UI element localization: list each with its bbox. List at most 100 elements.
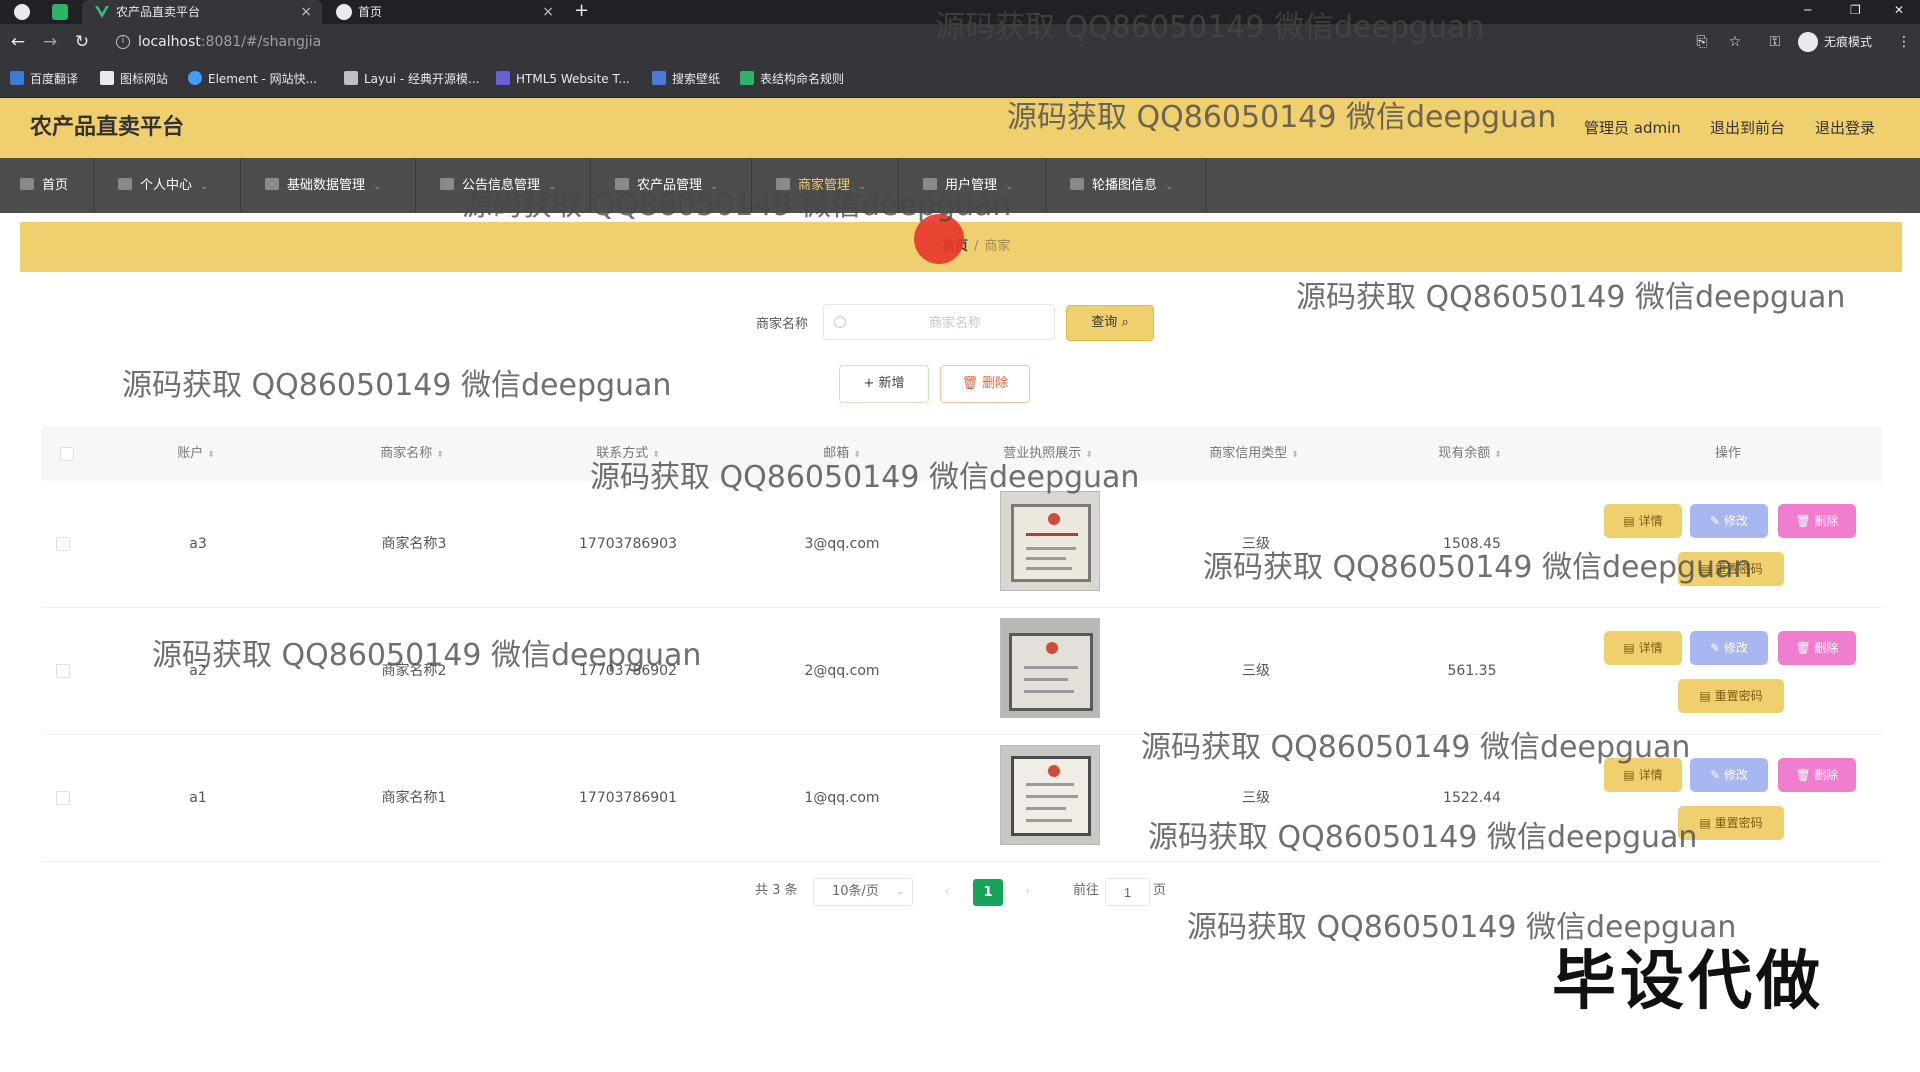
license-image[interactable] bbox=[1000, 618, 1100, 718]
search-button-label: 查询 bbox=[1091, 315, 1118, 330]
document-icon: ▤ bbox=[1623, 641, 1639, 655]
bookmark-label: HTML5 Website T... bbox=[516, 72, 630, 86]
nav-label: 轮播图信息 bbox=[1092, 178, 1158, 193]
tab-close-icon[interactable]: × bbox=[542, 0, 554, 24]
button-label: 删除 bbox=[1814, 514, 1839, 528]
search-button[interactable]: 查询 ⌕ bbox=[1066, 305, 1154, 341]
license-image[interactable] bbox=[1000, 745, 1100, 845]
nav-item-home[interactable]: 首页 bbox=[0, 158, 94, 213]
watermark-text: 源码获取 QQ86050149 微信deepguan bbox=[152, 638, 702, 673]
nav-item-base-data[interactable]: 基础数据管理 ⌄ bbox=[241, 158, 416, 213]
sort-icon[interactable]: ⬍ bbox=[1291, 450, 1299, 460]
certificate-frame bbox=[1011, 504, 1091, 582]
next-page-button[interactable]: › bbox=[1016, 880, 1040, 904]
column-header-name[interactable]: 商家名称 ⬍ bbox=[380, 427, 444, 482]
watermark-text: 源码获取 QQ86050149 微信deepguan bbox=[1296, 280, 1846, 315]
bookmark-item[interactable]: 表结构命名规则 bbox=[740, 60, 844, 98]
sort-icon[interactable]: ⬍ bbox=[436, 450, 444, 460]
reload-icon[interactable]: ↻ bbox=[70, 30, 94, 54]
certificate-line bbox=[1024, 678, 1068, 681]
back-icon[interactable]: ← bbox=[6, 30, 30, 54]
url-host: localhost bbox=[138, 34, 201, 50]
wallpaper-icon bbox=[652, 71, 666, 85]
breadcrumb-separator: / bbox=[974, 239, 979, 254]
bookmark-item[interactable]: HTML5 Website T... bbox=[496, 60, 630, 98]
bookmark-item[interactable]: Element - 网站快... bbox=[188, 60, 317, 98]
button-label: 删除 bbox=[1814, 641, 1839, 655]
logout-link[interactable]: 退出登录 bbox=[1815, 98, 1875, 158]
row-checkbox[interactable] bbox=[56, 664, 70, 678]
star-icon[interactable]: ☆ bbox=[1725, 32, 1745, 52]
goto-page-input[interactable] bbox=[1105, 878, 1150, 906]
tab-home[interactable]: 首页 × bbox=[324, 0, 564, 24]
reset-password-button[interactable]: ▤ 重置密码 bbox=[1678, 679, 1784, 713]
license-image[interactable] bbox=[1000, 491, 1100, 591]
nav-item-profile[interactable]: 个人中心 ⌄ bbox=[94, 158, 241, 213]
tab-app[interactable]: 农产品直卖平台 × bbox=[82, 0, 322, 24]
column-header-account[interactable]: 账户 ⬍ bbox=[177, 427, 215, 482]
watermark-text: 源码获取 QQ86050149 微信deepguan bbox=[122, 368, 672, 403]
column-header-balance[interactable]: 现有余额 ⬍ bbox=[1438, 427, 1502, 482]
row-checkbox[interactable] bbox=[56, 537, 70, 551]
row-checkbox[interactable] bbox=[56, 791, 70, 805]
edit-button[interactable]: ✎ 修改 bbox=[1690, 504, 1768, 538]
header-label: 现有余额 bbox=[1438, 446, 1491, 461]
site-info-icon[interactable]: i bbox=[116, 35, 130, 49]
close-window-button[interactable]: ✕ bbox=[1894, 0, 1904, 20]
delete-button[interactable]: 🗑 删除 bbox=[1778, 758, 1856, 792]
trash-icon: 🗑 bbox=[1795, 641, 1815, 655]
bookmark-label: Element - 网站快... bbox=[208, 72, 318, 86]
watermark-text: 源码获取 QQ86050149 微信deepguan bbox=[1148, 820, 1698, 855]
app-favicon-icon[interactable] bbox=[52, 4, 68, 20]
edit-button[interactable]: ✎ 修改 bbox=[1690, 758, 1768, 792]
certificate-line bbox=[1024, 666, 1078, 669]
restore-button[interactable]: ❐ bbox=[1850, 0, 1861, 20]
tab-title: 农产品直卖平台 bbox=[116, 5, 201, 19]
url-text[interactable]: localhost:8081/#/shangjia bbox=[138, 28, 321, 56]
pencil-icon: ✎ bbox=[1710, 768, 1724, 782]
chevron-down-icon: ⌄ bbox=[200, 181, 209, 192]
tab-close-icon[interactable]: × bbox=[300, 0, 312, 24]
translate-icon[interactable]: ⎘ bbox=[1692, 32, 1712, 52]
sort-icon[interactable]: ⬍ bbox=[1494, 450, 1502, 460]
nav-label: 首页 bbox=[42, 178, 69, 193]
sort-icon[interactable]: ⬍ bbox=[207, 450, 215, 460]
menu-dots-icon[interactable]: ⋮ bbox=[1894, 32, 1914, 52]
emblem-icon bbox=[1046, 642, 1058, 654]
bulk-delete-button[interactable]: 🗑 删除 bbox=[940, 365, 1030, 403]
cell-email: 1@qq.com bbox=[804, 790, 880, 806]
document-icon: ▤ bbox=[1699, 689, 1715, 703]
bookmark-item[interactable]: 图标网站 bbox=[100, 60, 168, 98]
detail-button[interactable]: ▤ 详情 bbox=[1604, 504, 1682, 538]
select-all-checkbox[interactable] bbox=[60, 447, 74, 461]
breadcrumb-current: 商家 bbox=[984, 239, 1011, 254]
search-input[interactable] bbox=[823, 304, 1055, 340]
incognito-profile[interactable]: 无痕模式 bbox=[1796, 30, 1892, 54]
certificate-line bbox=[1026, 819, 1072, 822]
button-label: 重置密码 bbox=[1714, 689, 1763, 703]
bookmark-item[interactable]: Layui - 经典开源模... bbox=[344, 60, 479, 98]
key-icon[interactable]: ⚿ bbox=[1765, 32, 1785, 52]
new-tab-button[interactable]: + bbox=[574, 0, 589, 22]
bookmarks-bar: 百度翻译 图标网站 Element - 网站快... Layui - 经典开源模… bbox=[0, 60, 1920, 98]
bookmark-item[interactable]: 百度翻译 bbox=[10, 60, 78, 98]
detail-button[interactable]: ▤ 详情 bbox=[1604, 631, 1682, 665]
chevron-down-icon: ⌄ bbox=[896, 887, 904, 897]
page-number-current[interactable]: 1 bbox=[973, 879, 1003, 906]
add-button[interactable]: + 新增 bbox=[839, 365, 929, 403]
emblem-icon bbox=[1048, 513, 1060, 525]
forward-icon[interactable]: → bbox=[38, 30, 62, 54]
delete-button[interactable]: 🗑 删除 bbox=[1778, 504, 1856, 538]
prev-page-button[interactable]: ‹ bbox=[935, 880, 959, 904]
nav-item-carousel[interactable]: 轮播图信息 ⌄ bbox=[1046, 158, 1206, 213]
button-label: 详情 bbox=[1638, 514, 1663, 528]
edit-button[interactable]: ✎ 修改 bbox=[1690, 631, 1768, 665]
column-header-credit[interactable]: 商家信用类型 ⬍ bbox=[1209, 427, 1299, 482]
minimize-button[interactable]: ─ bbox=[1804, 0, 1811, 20]
bookmark-item[interactable]: 搜索壁纸 bbox=[652, 60, 720, 98]
delete-button[interactable]: 🗑 删除 bbox=[1778, 631, 1856, 665]
page-size-select[interactable]: 10条/页 ⌄ bbox=[813, 878, 913, 906]
cell-account: a1 bbox=[189, 790, 207, 806]
cell-credit: 三级 bbox=[1242, 663, 1270, 679]
back-to-front-link[interactable]: 退出到前台 bbox=[1710, 98, 1785, 158]
